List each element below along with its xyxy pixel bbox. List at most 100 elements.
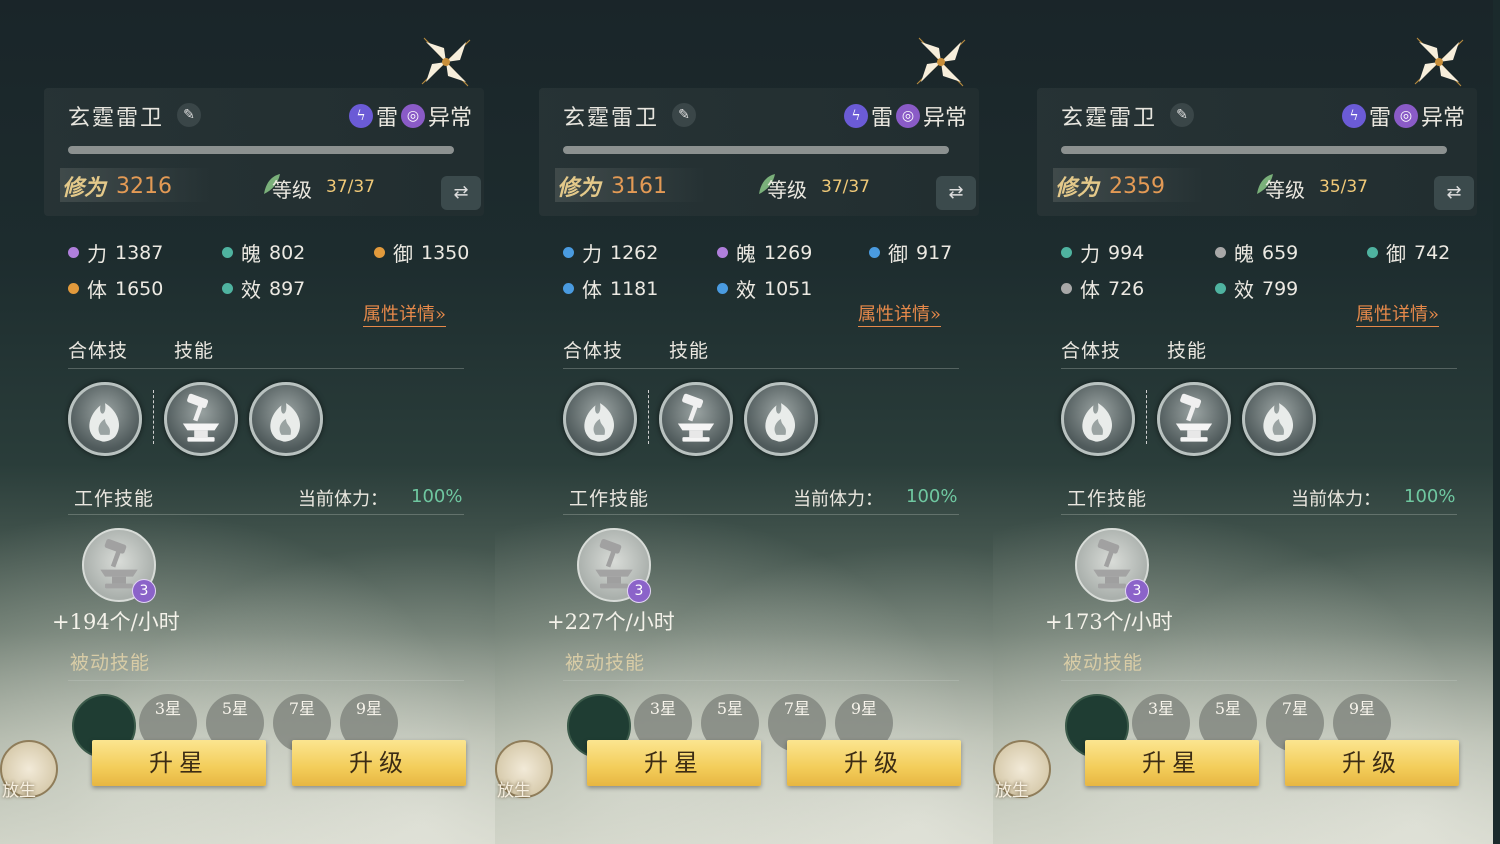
stat-quality-dot	[374, 247, 385, 258]
pet-name: 玄霆雷卫	[563, 106, 660, 131]
stat-quality-dot	[68, 247, 79, 258]
attribute-details-link[interactable]: 属性详情»	[1356, 300, 1440, 327]
tab-skills[interactable]: 技能	[1167, 336, 1207, 363]
stat-item: 魄 659	[1215, 238, 1298, 267]
stat-label: 御	[888, 242, 908, 266]
tab-skills[interactable]: 技能	[669, 336, 709, 363]
rename-pen-icon[interactable]: ✎	[177, 103, 201, 127]
pet-panel: 玄霆雷卫 ✎ ϟ 雷 ◎ 异常 修为 2359 等级 35/37 ⇄ 力 994…	[993, 0, 1493, 844]
power-label: 修为	[1055, 175, 1100, 201]
divider	[68, 368, 464, 369]
level-value: 37/37	[326, 177, 375, 197]
flame-skill-icon[interactable]	[249, 382, 323, 456]
stat-value: 994	[1108, 241, 1145, 264]
stat-quality-dot	[869, 247, 880, 258]
level-label: 等级	[1265, 178, 1305, 202]
forge-skill-icon[interactable]	[1157, 382, 1231, 456]
element-abnormal-label: 异常	[922, 106, 967, 131]
stat-quality-dot	[1061, 283, 1072, 294]
work-skill-title: 工作技能	[569, 488, 650, 510]
level-up-button[interactable]: 升级	[1285, 740, 1459, 786]
passive-skill-title: 被动技能	[565, 652, 646, 674]
stat-value: 1650	[115, 277, 164, 300]
stat-value: 802	[269, 241, 306, 264]
flame-skill-icon[interactable]	[744, 382, 818, 456]
rename-pen-icon[interactable]: ✎	[1170, 103, 1194, 127]
power-value: 2359	[1109, 174, 1165, 199]
stat-label: 力	[1080, 242, 1100, 266]
share-button[interactable]: ⇄	[1434, 176, 1474, 210]
stat-item: 力 1262	[563, 238, 658, 267]
element-abnormal-label: 异常	[1420, 106, 1465, 131]
combo-skill-icon[interactable]	[563, 382, 637, 456]
level-label: 等级	[272, 178, 312, 202]
power-label: 修为	[557, 175, 602, 201]
attribute-details-link[interactable]: 属性详情»	[363, 300, 447, 327]
stat-value: 742	[1414, 241, 1451, 264]
stat-item: 力 994	[1061, 238, 1144, 267]
stat-label: 力	[582, 242, 602, 266]
divider	[563, 368, 959, 369]
stat-quality-dot	[563, 247, 574, 258]
tab-combo-skill[interactable]: 合体技	[563, 336, 623, 363]
tab-combo-skill[interactable]: 合体技	[1061, 336, 1121, 363]
divider	[563, 680, 959, 681]
share-button[interactable]: ⇄	[441, 176, 481, 210]
rename-pen-icon[interactable]: ✎	[672, 103, 696, 127]
stamina-label: 当前体力：	[793, 489, 883, 510]
release-label[interactable]: 放生	[2, 776, 36, 801]
stat-item: 力 1387	[68, 238, 163, 267]
stat-item: 魄 802	[222, 238, 305, 267]
element-tags: ϟ 雷 ◎ 异常	[348, 100, 472, 132]
close-shuriken-icon[interactable]	[1411, 34, 1467, 90]
thunder-element-icon: ϟ	[843, 104, 868, 128]
work-skill-title: 工作技能	[1067, 488, 1148, 510]
stat-item: 体 1181	[563, 274, 658, 303]
forge-skill-icon[interactable]	[659, 382, 733, 456]
release-label[interactable]: 放生	[995, 776, 1029, 801]
thunder-element-icon: ϟ	[1341, 104, 1366, 128]
close-shuriken-icon[interactable]	[913, 34, 969, 90]
element-tags: ϟ 雷 ◎ 异常	[843, 100, 967, 132]
stat-item: 效 799	[1215, 274, 1298, 303]
stat-item: 体 726	[1061, 274, 1144, 303]
divider	[563, 514, 959, 515]
combo-skill-icon[interactable]	[1061, 382, 1135, 456]
stamina-label: 当前体力：	[298, 489, 388, 510]
level-up-button[interactable]: 升级	[787, 740, 961, 786]
forge-skill-icon[interactable]	[164, 382, 238, 456]
share-button[interactable]: ⇄	[936, 176, 976, 210]
tab-skills[interactable]: 技能	[174, 336, 214, 363]
stamina-value: 100%	[1404, 486, 1456, 507]
stat-value: 799	[1262, 277, 1299, 300]
exp-bar	[563, 146, 949, 154]
star-up-button[interactable]: 升星	[587, 740, 761, 786]
star-up-button[interactable]: 升星	[1085, 740, 1259, 786]
stat-quality-dot	[1215, 247, 1226, 258]
stat-label: 力	[87, 242, 107, 266]
level-up-button[interactable]: 升级	[292, 740, 466, 786]
divider	[68, 514, 464, 515]
abnormal-element-icon: ◎	[1393, 104, 1418, 128]
skill-divider	[1146, 390, 1148, 444]
close-shuriken-icon[interactable]	[418, 34, 474, 90]
stat-label: 体	[87, 278, 107, 302]
element-tags: ϟ 雷 ◎ 异常	[1341, 100, 1465, 132]
stat-label: 魄	[736, 242, 756, 266]
level-value: 37/37	[821, 177, 870, 197]
stat-value: 659	[1262, 241, 1299, 264]
tab-combo-skill[interactable]: 合体技	[68, 336, 128, 363]
level-value: 35/37	[1319, 177, 1368, 197]
skill-divider	[153, 390, 155, 444]
combo-skill-icon[interactable]	[68, 382, 142, 456]
stat-item: 效 1051	[717, 274, 812, 303]
passive-skill-title: 被动技能	[70, 652, 151, 674]
stat-quality-dot	[68, 283, 79, 294]
power-value: 3216	[116, 174, 172, 199]
stat-item: 效 897	[222, 274, 305, 303]
attribute-details-link[interactable]: 属性详情»	[858, 300, 942, 327]
work-skill-level-badge: 3	[627, 579, 651, 603]
flame-skill-icon[interactable]	[1242, 382, 1316, 456]
release-label[interactable]: 放生	[497, 776, 531, 801]
star-up-button[interactable]: 升星	[92, 740, 266, 786]
